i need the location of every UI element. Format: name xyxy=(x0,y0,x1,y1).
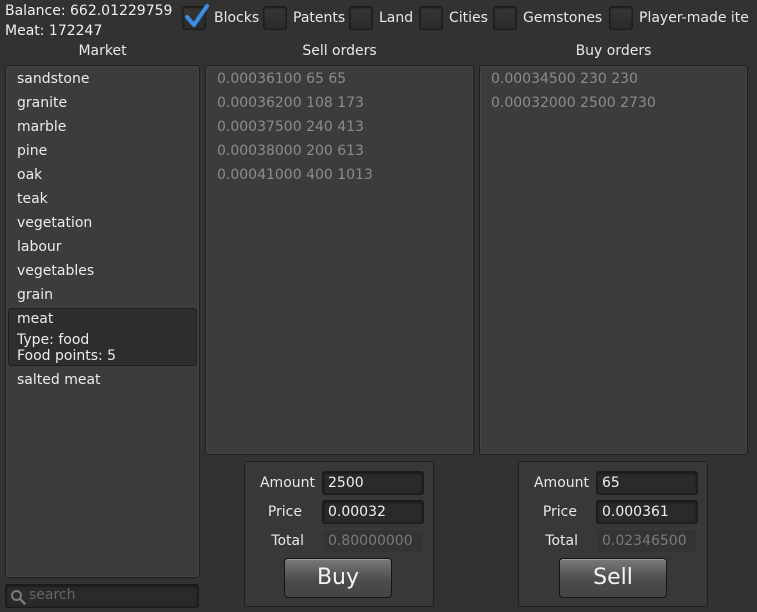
sell-total-label: Total xyxy=(545,533,578,549)
market-item[interactable]: grain xyxy=(17,287,53,303)
market-item[interactable]: pine xyxy=(17,143,47,159)
sell-total-value: 0.02346500 xyxy=(596,529,698,553)
buy-order-row[interactable]: 0.00034500 230 230 xyxy=(491,71,638,87)
category-label: Player-made ite xyxy=(639,10,749,26)
sell-button[interactable]: Sell xyxy=(559,558,667,598)
market-title: Market xyxy=(78,43,127,59)
market-item[interactable]: salted meat xyxy=(17,372,101,388)
market-item[interactable]: labour xyxy=(17,239,62,255)
market-item-food-points: Food points: 5 xyxy=(17,348,117,364)
buy-order-row[interactable]: 0.00032000 2500 2730 xyxy=(491,95,656,111)
sell-price-input[interactable]: 0.000361 xyxy=(596,500,698,524)
sell-order-row[interactable]: 0.00038000 200 613 xyxy=(217,143,364,159)
buy-button[interactable]: Buy xyxy=(284,558,392,598)
category-patents[interactable]: Patents xyxy=(263,5,345,31)
market-item[interactable]: oak xyxy=(17,167,42,183)
land-checkbox[interactable] xyxy=(349,6,373,30)
sell-order-row[interactable]: 0.00036100 65 65 xyxy=(217,71,346,87)
category-cities[interactable]: Cities xyxy=(419,5,488,31)
sell-price-label: Price xyxy=(542,504,577,520)
search-input[interactable]: search xyxy=(5,584,199,608)
buy-amount-input[interactable]: 2500 xyxy=(322,471,424,495)
sell-amount-label: Amount xyxy=(533,475,589,491)
buy-amount-label: Amount xyxy=(259,475,315,491)
sell-amount-input[interactable]: 65 xyxy=(596,471,698,495)
blocks-checkbox[interactable] xyxy=(182,4,209,30)
category-label: Patents xyxy=(293,10,346,26)
buy-price-input[interactable]: 0.00032 xyxy=(322,500,424,524)
search-icon xyxy=(11,590,26,605)
balance-text: Balance: 662.01229759 xyxy=(5,3,173,19)
category-land[interactable]: Land xyxy=(349,5,413,31)
buy-orders-title: Buy orders xyxy=(575,43,652,59)
category-blocks[interactable]: Blocks xyxy=(182,4,260,31)
sell-order-row[interactable]: 0.00041000 400 1013 xyxy=(217,167,373,183)
market-item[interactable]: marble xyxy=(17,119,66,135)
market-item-type: Type: food xyxy=(17,332,90,348)
market-item[interactable]: sandstone xyxy=(17,71,89,87)
category-label: Cities xyxy=(449,10,488,26)
category-label: Gemstones xyxy=(523,10,603,26)
sell-orders-title: Sell orders xyxy=(302,43,377,59)
gemstones-checkbox[interactable] xyxy=(493,6,517,30)
search-placeholder: search xyxy=(29,587,76,603)
market-item[interactable]: vegetation xyxy=(17,215,92,231)
category-label: Land xyxy=(379,10,414,26)
buy-price-label: Price xyxy=(267,504,302,520)
checkmark-icon xyxy=(185,4,209,27)
patents-checkbox[interactable] xyxy=(263,6,287,30)
market-item[interactable]: vegetables xyxy=(17,263,94,279)
cities-checkbox[interactable] xyxy=(419,6,443,30)
buy-total-value: 0.80000000 xyxy=(322,529,424,553)
market-item-name: meat xyxy=(17,311,54,327)
sell-order-row[interactable]: 0.00037500 240 413 xyxy=(217,119,364,135)
player-made-checkbox[interactable] xyxy=(609,6,633,30)
sell-order-row[interactable]: 0.00036200 108 173 xyxy=(217,95,364,111)
meat-count-text: Meat: 172247 xyxy=(5,23,103,39)
buy-orders-list[interactable] xyxy=(479,65,748,455)
market-item[interactable]: teak xyxy=(17,191,48,207)
buy-total-label: Total xyxy=(271,533,304,549)
market-item[interactable]: granite xyxy=(17,95,67,111)
category-gemstones[interactable]: Gemstones xyxy=(493,5,602,31)
category-player-made[interactable]: Player-made ite xyxy=(609,5,757,31)
category-label: Blocks xyxy=(214,10,260,26)
